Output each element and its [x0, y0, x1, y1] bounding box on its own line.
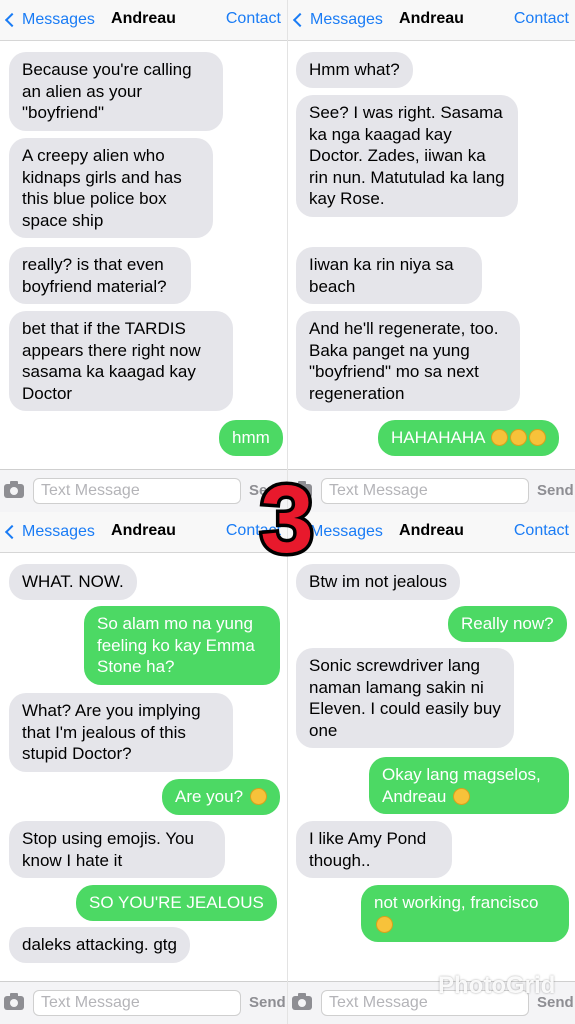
- laughing-tears-emoji-icon: [510, 429, 528, 446]
- winking-face-emoji-icon: [376, 915, 393, 933]
- text-message-field[interactable]: [33, 990, 241, 1016]
- message-outgoing: hmm: [219, 420, 283, 456]
- message-incoming: Btw im not jealous: [296, 564, 460, 600]
- message-incoming: Stop using emojis. You know I hate it: [9, 821, 225, 878]
- back-button[interactable]: Messages: [292, 10, 383, 30]
- message-outgoing: HAHAHAHA: [378, 420, 560, 456]
- message-outgoing: Okay lang magselos, Andreau: [369, 757, 569, 814]
- nav-bar: Messages Andreau Contact: [288, 512, 575, 553]
- number-three: 3: [260, 466, 313, 566]
- chevron-left-icon: [4, 524, 20, 540]
- message-incoming: Iiwan ka rin niya sa beach: [296, 247, 482, 304]
- contact-button[interactable]: Contact: [514, 10, 569, 28]
- laughing-tears-emoji-icon: [491, 429, 509, 446]
- winking-face-emoji-icon: [249, 788, 267, 805]
- camera-icon[interactable]: [4, 481, 24, 498]
- message-input-bar: Send: [288, 981, 575, 1024]
- message-incoming: daleks attacking. gtg: [9, 927, 190, 963]
- chat-panel-top-left: Messages Andreau Contact Because you're …: [0, 0, 287, 512]
- message-input-bar: Send: [0, 981, 287, 1024]
- send-button[interactable]: Send: [537, 482, 574, 499]
- laughing-tears-emoji-icon: [529, 429, 547, 446]
- text-message-field[interactable]: [321, 478, 529, 504]
- message-incoming: really? is that even boyfriend material?: [9, 247, 191, 304]
- nav-bar: Messages Andreau Contact: [288, 0, 575, 41]
- message-outgoing: So alam mo na yung feeling ko kay Emma S…: [84, 606, 280, 685]
- message-input-bar: Send: [288, 469, 575, 512]
- message-incoming: Sonic screwdriver lang naman lamang saki…: [296, 648, 514, 748]
- send-button[interactable]: Send: [249, 994, 286, 1011]
- chat-panel-top-right: Messages Andreau Contact Hmm what? See? …: [288, 0, 575, 512]
- message-incoming: And he'll regenerate, too. Baka panget n…: [296, 311, 520, 411]
- message-input-bar: Send: [0, 469, 287, 512]
- message-incoming: bet that if the TARDIS appears there rig…: [9, 311, 233, 411]
- tongue-out-winking-emoji-icon: [453, 787, 471, 805]
- nav-bar: Messages Andreau Contact: [0, 0, 287, 41]
- camera-icon[interactable]: [4, 993, 24, 1010]
- contact-button[interactable]: Contact: [226, 10, 281, 28]
- send-button[interactable]: Send: [537, 994, 574, 1011]
- chat-panel-bottom-right: Messages Andreau Contact Btw im not jeal…: [288, 512, 575, 1024]
- contact-button[interactable]: Contact: [514, 522, 569, 540]
- number-three-sticker: 3: [257, 466, 317, 566]
- chevron-left-icon: [292, 12, 308, 28]
- message-outgoing: not working, francisco: [361, 885, 569, 942]
- back-button[interactable]: Messages: [4, 10, 95, 30]
- camera-icon[interactable]: [292, 993, 312, 1010]
- message-incoming: WHAT. NOW.: [9, 564, 137, 600]
- message-incoming: I like Amy Pond though..: [296, 821, 452, 878]
- message-incoming: What? Are you implying that I'm jealous …: [9, 693, 233, 772]
- message-outgoing: Really now?: [448, 606, 567, 642]
- chat-panel-bottom-left: Messages Andreau Contact WHAT. NOW. So a…: [0, 512, 287, 1024]
- back-button[interactable]: Messages: [4, 522, 95, 542]
- text-message-field[interactable]: [321, 990, 529, 1016]
- chevron-left-icon: [4, 12, 20, 28]
- message-outgoing: SO YOU'RE JEALOUS: [76, 885, 277, 921]
- message-outgoing: Are you?: [162, 779, 280, 815]
- nav-bar: Messages Andreau Contact: [0, 512, 287, 553]
- message-incoming: See? I was right. Sasama ka nga kaagad k…: [296, 95, 518, 217]
- message-incoming: Hmm what?: [296, 52, 413, 88]
- message-incoming: Because you're calling an alien as your …: [9, 52, 223, 131]
- text-message-field[interactable]: [33, 478, 241, 504]
- message-incoming: A creepy alien who kidnaps girls and has…: [9, 138, 213, 238]
